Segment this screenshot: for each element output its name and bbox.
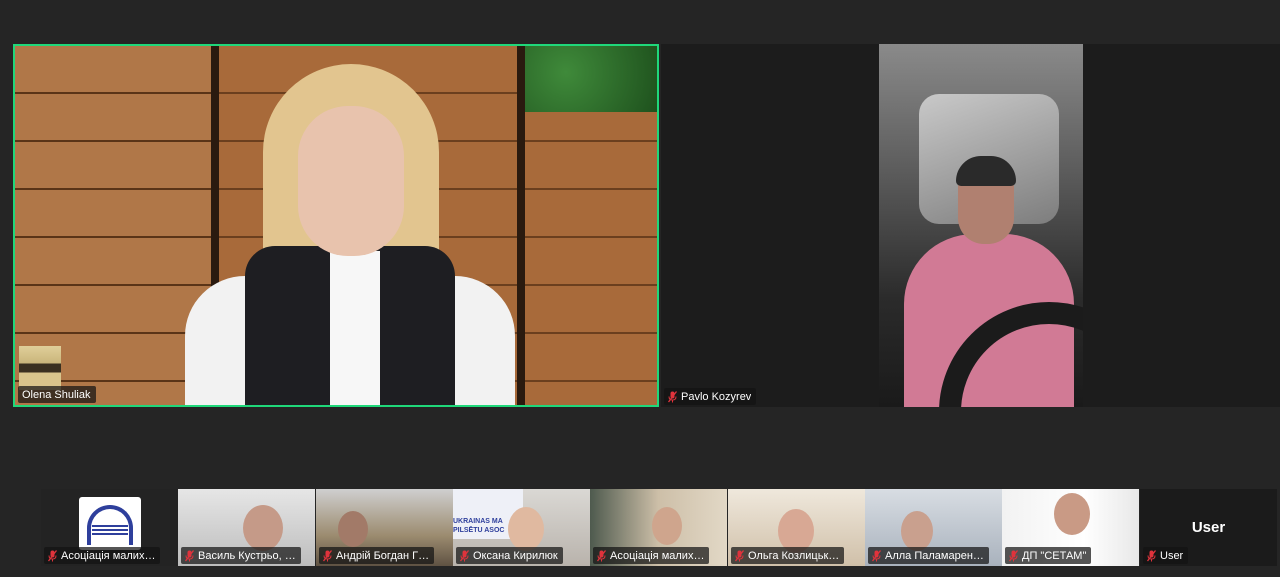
participant-name-tag: Василь Кустрьо, … bbox=[181, 547, 301, 564]
video-background-pillar bbox=[517, 46, 525, 405]
books bbox=[19, 346, 61, 390]
mic-muted-icon bbox=[668, 390, 677, 402]
moss-wall bbox=[525, 46, 657, 112]
thumbnail-tile[interactable]: Асоціація малих… bbox=[41, 489, 178, 566]
participant-video-tile[interactable]: Pavlo Kozyrev bbox=[661, 44, 1280, 407]
participant-video-face bbox=[298, 106, 404, 256]
logo-lines bbox=[92, 525, 128, 527]
participant-name-tag: Асоціація малих… bbox=[44, 547, 161, 564]
mic-muted-icon bbox=[323, 549, 332, 561]
participant-name-tag: Асоціація малих… bbox=[593, 547, 710, 564]
participant-video bbox=[338, 511, 368, 547]
banner-text: UKRAINAS MA PILSĒTU ASOC bbox=[453, 518, 505, 534]
participant-name: Василь Кустрьо, … bbox=[198, 549, 296, 562]
participant-video bbox=[508, 507, 544, 551]
participant-name-tag: Андрій Богдан Г… bbox=[319, 547, 435, 564]
participant-name-tag: Ольга Козлицьк… bbox=[731, 547, 845, 564]
thumbnail-tile[interactable]: User User bbox=[1140, 489, 1277, 566]
participant-name: Ольга Козлицьк… bbox=[748, 549, 840, 562]
active-speaker-video-tile[interactable]: Olena Shuliak bbox=[13, 44, 659, 407]
mic-muted-icon bbox=[48, 549, 57, 561]
thumbnail-tile[interactable]: Василь Кустрьо, … bbox=[178, 489, 315, 566]
thumbnail-tile[interactable]: Ольга Козлицьк… bbox=[728, 489, 865, 566]
participant-video-shirt bbox=[330, 251, 380, 405]
participant-name-tag: Olena Shuliak bbox=[18, 386, 96, 403]
participant-name: Оксана Кирилюк bbox=[473, 549, 558, 562]
mic-muted-icon bbox=[872, 549, 881, 561]
thumbnail-tile[interactable]: Андрій Богдан Г… bbox=[316, 489, 453, 566]
participant-name-tag: User bbox=[1143, 547, 1189, 564]
thumbnail-tile[interactable]: ДП "СЕТАМ" bbox=[1002, 489, 1139, 566]
participant-name: Асоціація малих… bbox=[610, 549, 705, 562]
participant-name-tag: Оксана Кирилюк bbox=[456, 547, 563, 564]
participant-name-tag: Pavlo Kozyrev bbox=[664, 388, 757, 405]
participant-display-name: User bbox=[1191, 519, 1226, 536]
participant-video bbox=[1054, 493, 1090, 535]
thumbnail-tile[interactable]: Асоціація малих… bbox=[590, 489, 727, 566]
mic-muted-icon bbox=[1009, 549, 1018, 561]
participant-name: Асоціація малих… bbox=[61, 549, 156, 562]
mic-muted-icon bbox=[460, 549, 469, 561]
thumbnail-tile[interactable]: Алла Паламарен… bbox=[865, 489, 1002, 566]
participant-name: User bbox=[1160, 549, 1184, 562]
participant-name-tag: ДП "СЕТАМ" bbox=[1005, 547, 1092, 564]
participant-name-tag: Алла Паламарен… bbox=[868, 547, 989, 564]
participant-name: Olena Shuliak bbox=[22, 388, 91, 401]
mic-muted-icon bbox=[185, 549, 194, 561]
participant-name: Андрій Богдан Г… bbox=[336, 549, 430, 562]
participant-video bbox=[652, 507, 682, 545]
participant-name: ДП "СЕТАМ" bbox=[1022, 549, 1087, 562]
association-logo bbox=[79, 497, 141, 550]
mic-muted-icon bbox=[735, 549, 744, 561]
participant-video bbox=[901, 511, 933, 551]
participant-video bbox=[243, 505, 283, 551]
participant-name: Алла Паламарен… bbox=[885, 549, 984, 562]
thumbnail-tile[interactable]: UKRAINAS MA PILSĒTU ASOC Оксана Кирилюк bbox=[453, 489, 590, 566]
participant-video bbox=[879, 44, 1083, 407]
mic-muted-icon bbox=[1147, 549, 1156, 561]
mic-muted-icon bbox=[597, 549, 606, 561]
participant-name: Pavlo Kozyrev bbox=[681, 390, 752, 403]
